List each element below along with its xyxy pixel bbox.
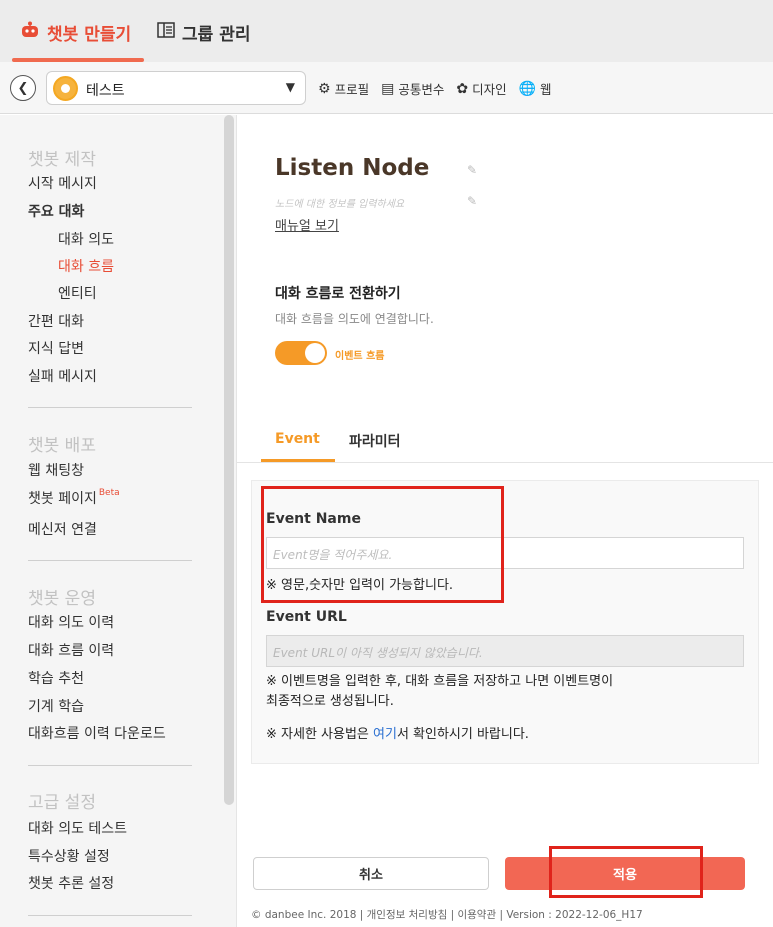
event-url-input[interactable]: Event URL이 아직 생성되지 않았습니다.	[266, 635, 744, 667]
common-variables-link[interactable]: ▤ 공통변수	[381, 79, 444, 98]
group-icon	[157, 22, 175, 43]
beta-badge: Beta	[98, 488, 120, 498]
top-tab-bar: 챗봇 만들기 그룹 관리	[0, 0, 773, 62]
cancel-button[interactable]: 취소	[253, 857, 489, 890]
toggle-label: 이벤트 흐름	[335, 351, 385, 362]
sidebar-item-start-message[interactable]: 시작 메시지	[28, 173, 97, 193]
profile-link[interactable]: ⚙ 프로필	[318, 79, 369, 98]
active-tab-indicator	[261, 459, 335, 462]
sidebar-item-knowledge-answer[interactable]: 지식 답변	[28, 338, 84, 358]
event-url-note-1: ※ 이벤트명을 입력한 후, 대화 흐름을 저장하고 나면 이벤트명이	[266, 674, 614, 689]
sidebar-item-entity[interactable]: 엔티티	[58, 283, 97, 303]
sidebar-scrollbar[interactable]	[224, 115, 234, 805]
sidebar-item-intent-test[interactable]: 대화 의도 테스트	[28, 818, 127, 838]
sidebar-item-special-situation[interactable]: 특수상황 설정	[28, 846, 110, 866]
sidebar-item-intent-history[interactable]: 대화 의도 이력	[28, 612, 114, 632]
event-flow-toggle[interactable]	[275, 341, 327, 365]
highlight-box-event-name	[261, 486, 504, 603]
sidebar-item-inference-setting[interactable]: 챗봇 추론 설정	[28, 873, 114, 893]
event-url-label: Event URL	[266, 609, 347, 625]
sidebar-section-advanced: 고급 설정	[28, 793, 96, 813]
tab-label: 그룹 관리	[182, 25, 251, 45]
sidebar-item-messenger[interactable]: 메신저 연결	[28, 519, 97, 539]
sidebar-item-fail-message[interactable]: 실패 메시지	[28, 366, 97, 386]
sidebar-item-dialog-flow[interactable]: 대화 흐름	[58, 256, 114, 276]
back-button[interactable]: ❮	[10, 75, 36, 101]
design-label: 디자인	[472, 82, 507, 97]
bot-selector[interactable]: 테스트 ▼	[46, 71, 306, 105]
tab-group-manage[interactable]: 그룹 관리	[157, 20, 250, 45]
web-link[interactable]: 🌐 웹	[519, 79, 552, 98]
sidebar: 챗봇 제작 시작 메시지 주요 대화 대화 의도 대화 흐름 엔티티 간편 대화…	[0, 115, 236, 927]
manual-link[interactable]: 매뉴얼 보기	[275, 215, 339, 234]
sidebar-section-build: 챗봇 제작	[28, 150, 96, 170]
node-title: Listen Node	[275, 155, 430, 181]
web-label: 웹	[540, 82, 552, 97]
usage-note-pre: ※ 자세한 사용법은	[266, 727, 374, 742]
sidebar-section-deploy: 챗봇 배포	[28, 436, 96, 456]
common-variables-label: 공통변수	[398, 82, 445, 97]
tab-parameters[interactable]: 파라미터	[349, 431, 401, 451]
caret-down-icon: ▼	[285, 80, 295, 94]
sidebar-divider	[28, 915, 192, 916]
palette-icon: ✿	[456, 80, 469, 97]
sidebar-divider	[28, 407, 192, 408]
switch-title: 대화 흐름로 전환하기	[275, 286, 401, 302]
gear-icon: ⚙	[318, 80, 331, 97]
sidebar-item-machine-learning[interactable]: 기계 학습	[28, 696, 84, 716]
edit-description-icon[interactable]: ✎	[467, 194, 477, 208]
bot-name: 테스트	[86, 83, 125, 99]
sidebar-item-main-dialog[interactable]: 주요 대화	[28, 201, 84, 221]
node-tabs: Event 파라미터	[237, 425, 773, 463]
switch-subtitle: 대화 흐름을 의도에 연결합니다.	[275, 312, 434, 326]
robot-icon	[20, 21, 40, 44]
tab-event[interactable]: Event	[275, 431, 320, 447]
edit-title-icon[interactable]: ✎	[467, 163, 477, 177]
variable-icon: ▤	[381, 80, 395, 97]
usage-note: ※ 자세한 사용법은 여기서 확인하시기 바랍니다.	[266, 725, 529, 745]
sidebar-item-intent[interactable]: 대화 의도	[58, 229, 114, 249]
node-editor-panel: Listen Node ✎ 노드에 대한 정보를 입력하세요 ✎ 매뉴얼 보기 …	[236, 115, 773, 927]
sidebar-item-simple-dialog[interactable]: 간편 대화	[28, 311, 84, 331]
toolbar-links: ⚙ 프로필 ▤ 공통변수 ✿ 디자인 🌐 웹	[318, 79, 552, 98]
sidebar-item-chatbot-page[interactable]: 챗봇 페이지 Beta	[28, 488, 120, 508]
sidebar-section-operate: 챗봇 운영	[28, 589, 96, 609]
sidebar-divider	[28, 560, 192, 561]
bot-avatar	[53, 76, 78, 101]
node-description[interactable]: 노드에 대한 정보를 입력하세요	[275, 195, 404, 210]
chevron-left-icon: ❮	[17, 80, 29, 96]
globe-icon: 🌐	[518, 80, 537, 97]
tab-chatbot-builder[interactable]: 챗봇 만들기	[20, 20, 131, 45]
sidebar-item-chatbot-page-label: 챗봇 페이지	[28, 491, 97, 507]
usage-note-link[interactable]: 여기	[373, 727, 397, 742]
design-link[interactable]: ✿ 디자인	[456, 79, 506, 98]
highlight-box-apply	[549, 846, 703, 898]
toggle-knob	[305, 343, 325, 363]
event-url-note-2: 최종적으로 생성됩니다.	[266, 694, 394, 709]
toolbar: ❮ 테스트 ▼ ⚙ 프로필 ▤ 공통변수 ✿ 디자인 🌐 웹	[0, 62, 773, 114]
profile-label: 프로필	[334, 82, 370, 97]
usage-note-post: 서 확인하시기 바랍니다.	[396, 727, 529, 742]
sidebar-item-flow-history-download[interactable]: 대화흐름 이력 다운로드	[28, 723, 166, 743]
tab-label: 챗봇 만들기	[47, 25, 132, 45]
sidebar-divider	[28, 765, 192, 766]
footer: © danbee Inc. 2018 | 개인정보 처리방침 | 이용약관 | …	[251, 909, 643, 921]
sidebar-item-web-chat[interactable]: 웹 채팅창	[28, 460, 84, 480]
sidebar-item-flow-history[interactable]: 대화 흐름 이력	[28, 640, 114, 660]
sidebar-item-learning-recommend[interactable]: 학습 추천	[28, 668, 84, 688]
